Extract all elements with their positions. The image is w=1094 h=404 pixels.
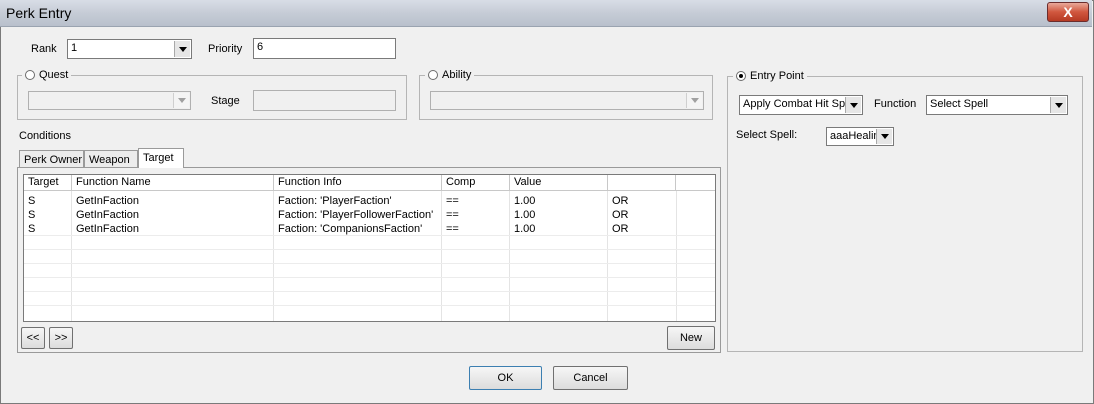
cell-comp: == [446,209,459,221]
entry-point-legend: Entry Point [733,70,807,82]
select-spell-label: Select Spell: [736,129,798,141]
quest-dropdown[interactable] [28,91,191,110]
cell-function-info: Faction: 'CompanionsFaction' [278,223,423,235]
grid-line [24,249,715,250]
new-condition-button[interactable]: New [667,326,715,350]
chevron-down-icon [690,98,699,103]
column-header-value[interactable]: Value [510,175,608,191]
entry-point-dropdown[interactable]: Apply Combat Hit Spe [739,95,863,115]
chevron-down-icon [849,102,858,108]
quest-radio[interactable] [25,70,35,80]
quest-legend: Quest [22,69,72,81]
quest-dropdown-arrow[interactable] [173,93,189,108]
close-button[interactable]: X [1047,2,1089,22]
previous-condition-button[interactable]: << [21,327,45,349]
cell-comp: == [446,223,459,235]
quest-label: Quest [39,69,69,81]
cell-target: S [28,209,36,221]
column-header-target-label: Target [28,176,59,188]
entry-point-dropdown-arrow[interactable] [845,97,861,113]
tab-perk-owner[interactable]: Perk Owner [19,150,84,168]
ability-legend: Ability [425,69,475,81]
ok-label: OK [497,372,514,384]
chevron-down-icon [880,134,889,139]
function-dropdown[interactable]: Select Spell [926,95,1068,115]
rank-dropdown[interactable]: 1 [67,39,192,59]
tab-target-label: Target [143,152,174,164]
entry-point-label: Entry Point [750,70,804,82]
rank-dropdown-arrow[interactable] [174,41,190,57]
entry-point-group [727,76,1083,352]
cell-function-info: Faction: 'PlayerFaction' [278,195,392,207]
cell-target: S [28,195,36,207]
title-bar[interactable]: Perk Entry X [0,0,1092,27]
next-condition-button[interactable]: >> [49,327,73,349]
chevron-down-icon [178,46,187,52]
entry-point-radio[interactable] [736,71,746,81]
column-header-function-name-label: Function Name [76,176,151,188]
function-dropdown-arrow[interactable] [1050,97,1066,113]
cell-operator: OR [612,223,629,235]
column-header-target[interactable]: Target [24,175,72,191]
grid-line [24,263,715,264]
cell-target: S [28,223,36,235]
column-header-filler [676,175,715,191]
cell-value: 1.00 [514,223,536,235]
close-icon: X [1063,4,1073,20]
ok-button[interactable]: OK [469,366,542,390]
grid-line [24,305,715,306]
cell-comp: == [446,195,459,207]
stage-label: Stage [211,95,240,107]
conditions-label: Conditions [19,130,71,142]
priority-value: 6 [257,41,264,53]
column-header-function-name[interactable]: Function Name [72,175,274,191]
cell-function-info: Faction: 'PlayerFollowerFaction' [278,209,434,221]
column-header-value-label: Value [514,176,542,188]
cancel-button[interactable]: Cancel [553,366,628,390]
tab-weapon-label: Weapon [89,154,130,166]
function-value: Select Spell [930,98,989,110]
previous-condition-label: << [26,332,40,344]
rank-label: Rank [31,43,57,55]
tab-weapon[interactable]: Weapon [84,150,138,168]
grid-line [24,277,715,278]
column-header-comp-label: Comp [446,176,476,188]
priority-input[interactable]: 6 [253,38,396,59]
ability-dropdown[interactable] [430,91,704,110]
tab-target[interactable]: Target [138,148,184,168]
function-label: Function [874,98,917,110]
cell-value: 1.00 [514,195,536,207]
column-header-function-info[interactable]: Function Info [274,175,442,191]
select-spell-dropdown[interactable]: aaaHealin [826,127,894,146]
rank-value: 1 [71,42,78,54]
ability-radio[interactable] [428,70,438,80]
cell-value: 1.00 [514,209,536,221]
column-header-comp[interactable]: Comp [442,175,510,191]
entry-point-value: Apply Combat Hit Spe [743,98,852,110]
select-spell-value: aaaHealin [830,130,880,142]
new-condition-label: New [679,332,702,344]
chevron-down-icon [1054,102,1063,108]
next-condition-label: >> [54,332,68,344]
ability-label: Ability [442,69,472,81]
cell-function-name: GetInFaction [76,223,139,235]
cell-operator: OR [612,195,629,207]
column-header-function-info-label: Function Info [278,176,342,188]
conditions-list[interactable]: Target Function Name Function Info Comp … [23,174,716,322]
priority-label: Priority [208,43,243,55]
tab-perk-owner-label: Perk Owner [24,154,83,166]
grid-line [24,291,715,292]
window-title: Perk Entry [6,5,72,21]
cell-function-name: GetInFaction [76,195,139,207]
cancel-label: Cancel [573,372,608,384]
chevron-down-icon [177,98,186,103]
column-header-operator[interactable] [608,175,676,191]
ability-dropdown-arrow[interactable] [686,93,702,108]
cell-function-name: GetInFaction [76,209,139,221]
grid-line [676,191,677,321]
select-spell-dropdown-arrow[interactable] [876,129,892,144]
cell-operator: OR [612,209,629,221]
stage-input[interactable] [253,90,396,111]
